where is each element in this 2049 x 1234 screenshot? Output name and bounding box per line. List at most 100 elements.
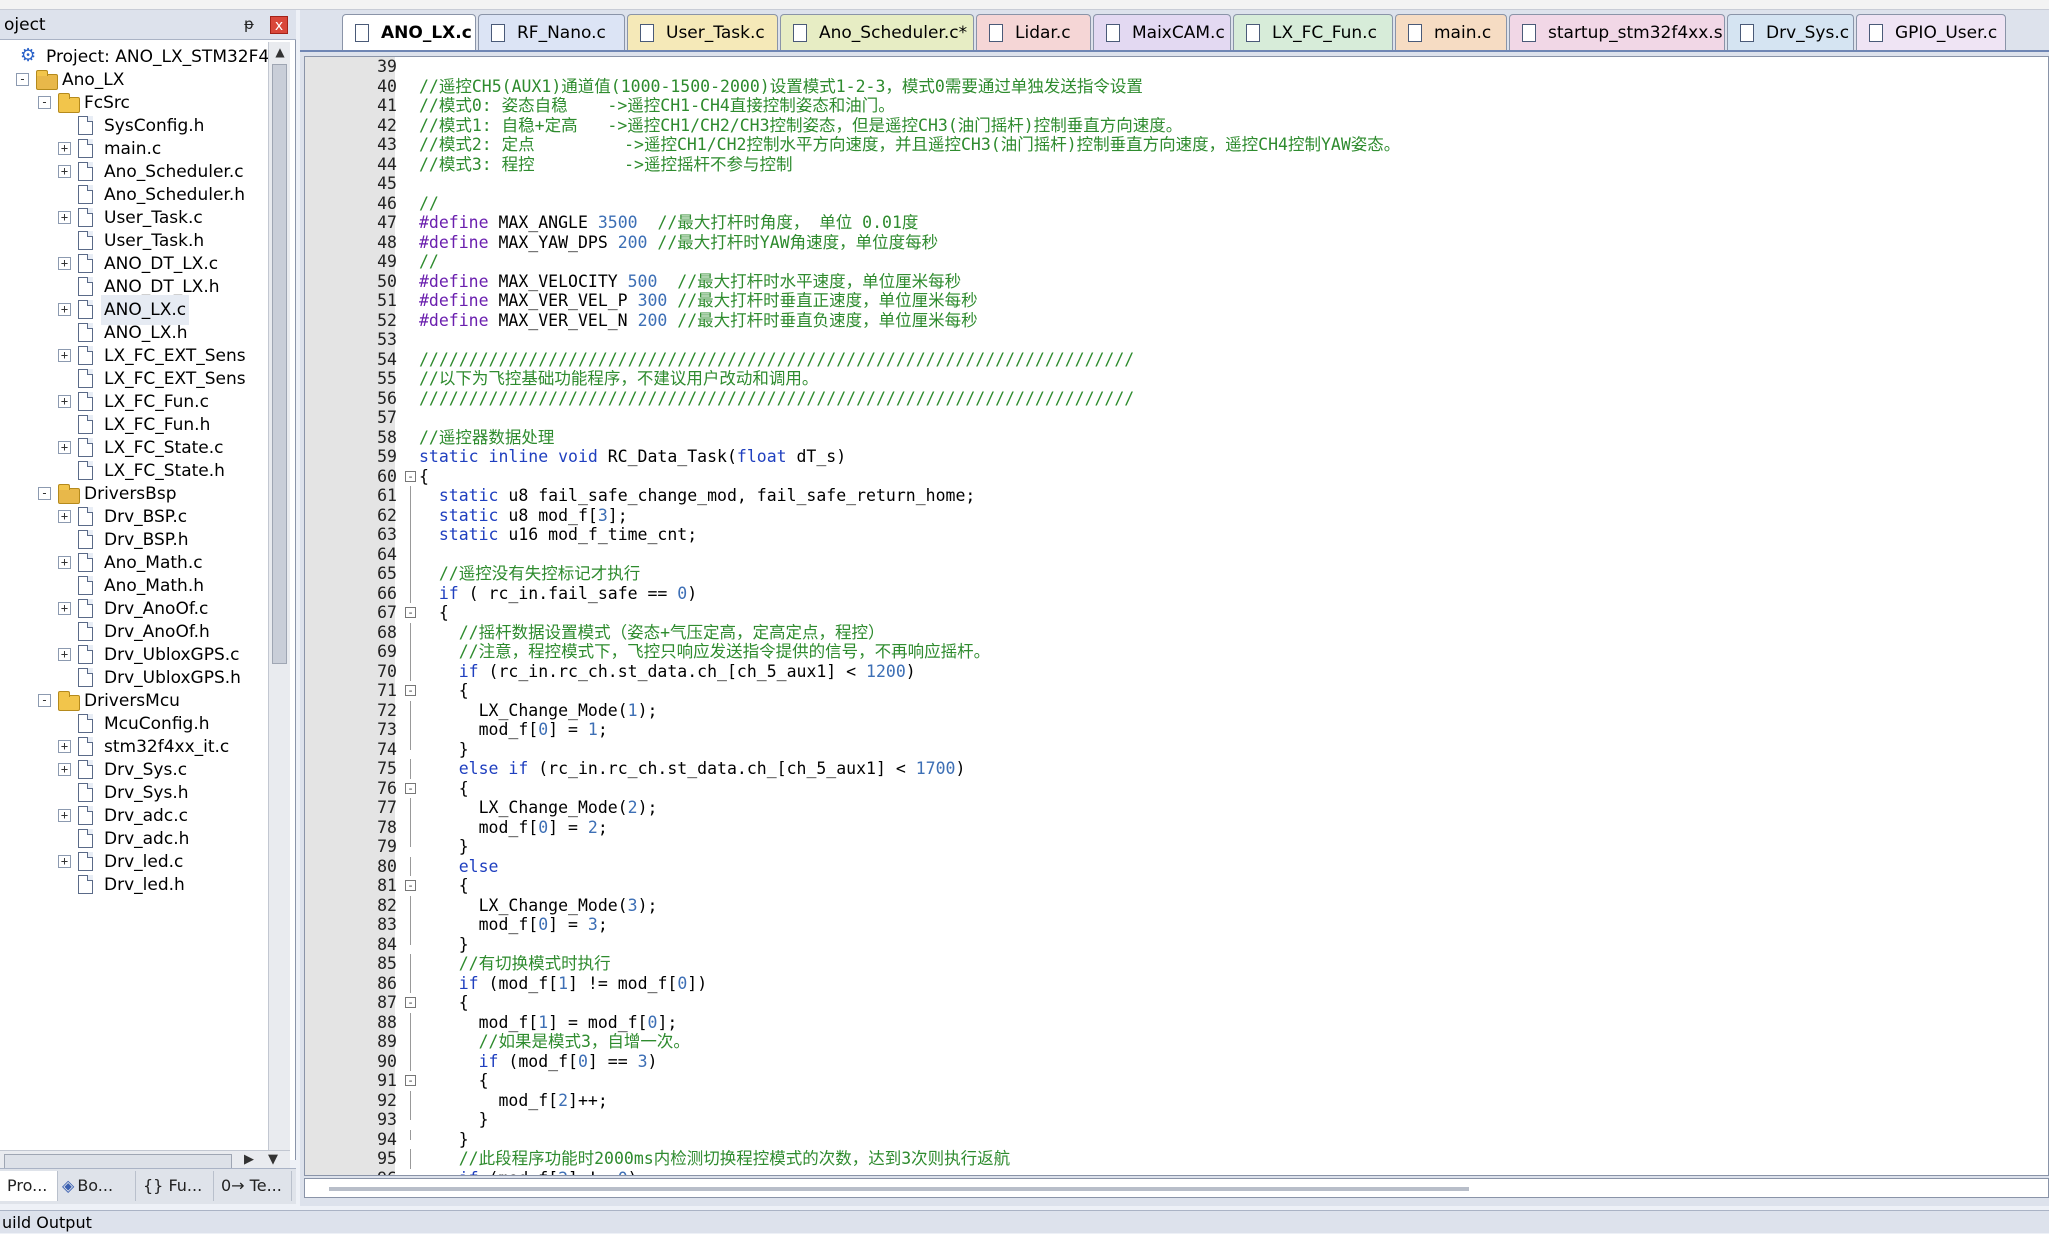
file-icon <box>78 645 93 664</box>
comment: //最大打杆时水平速度，单位厘米每秒 <box>657 271 962 291</box>
expand-icon[interactable]: + <box>58 556 71 569</box>
code-text: u8 fail_safe_change_mod, fail_safe_retur… <box>498 486 976 505</box>
expand-icon[interactable]: + <box>58 855 71 868</box>
number-literal: 0 <box>677 973 688 993</box>
scroll-up-arrow-icon[interactable]: ▲ <box>270 42 290 62</box>
templates-tab[interactable]: 0→ Te... <box>214 1171 292 1201</box>
comment: //此段程序功能时2000ms内检测切换程控模式的次数，达到3次则执行返航 <box>419 1149 1011 1168</box>
collapse-icon[interactable]: - <box>38 694 51 707</box>
code-scrollbar-thumb[interactable] <box>329 1187 1469 1191</box>
code-line: 61 static u8 fail_safe_change_mod, fail_… <box>305 486 2048 506</box>
expand-icon[interactable]: + <box>58 395 71 408</box>
code-line: 49 // <box>305 252 2048 272</box>
line-number: 47 <box>377 213 397 232</box>
fold-collapse-icon[interactable]: - <box>405 607 416 618</box>
code-text: } <box>419 1110 489 1129</box>
editor-tab[interactable]: ANO_LX.c <box>342 14 476 50</box>
scroll-right-arrow-icon[interactable]: ▶ <box>244 1152 254 1167</box>
project-tab[interactable]: Pro... <box>0 1171 58 1201</box>
project-tree-vertical-scrollbar[interactable]: ▲ <box>268 42 290 1160</box>
code-line: 70 if (rc_in.rc_ch.st_data.ch_[ch_5_aux1… <box>305 661 2048 681</box>
expand-icon[interactable]: + <box>58 510 71 523</box>
editor-tab[interactable]: MaixCAM.c <box>1093 14 1231 50</box>
expand-icon[interactable]: + <box>58 648 71 661</box>
fold-collapse-icon[interactable]: - <box>405 880 416 891</box>
expand-icon[interactable]: + <box>58 257 71 270</box>
close-icon[interactable]: x <box>270 16 288 34</box>
dropdown-arrow-icon[interactable]: ▼ <box>268 1152 278 1167</box>
fold-collapse-icon[interactable]: - <box>405 782 416 794</box>
fold-guide <box>410 622 411 642</box>
code-text: ) <box>905 661 916 681</box>
code-line: 56 //////////////////////////////////////… <box>305 388 2048 409</box>
line-number: 92 <box>377 1090 397 1110</box>
editor-tab[interactable]: RF_Nano.c <box>478 14 625 50</box>
code-text: ]; <box>607 505 628 525</box>
books-tab[interactable]: ◈ Bo... <box>58 1171 136 1201</box>
code-line: 59 static inline void RC_Data_Task(float … <box>305 447 2048 467</box>
code-line: 45 <box>305 174 2048 194</box>
fold-collapse-icon[interactable]: - <box>405 997 416 1008</box>
code-line: 93 } <box>305 1110 2048 1130</box>
collapse-icon[interactable]: - <box>38 487 51 500</box>
editor-tab[interactable]: GPIO_User.c <box>1856 14 2006 50</box>
code-line: 63 static u16 mod_f_time_cnt; <box>305 525 2048 545</box>
editor-tab[interactable]: User_Task.c <box>627 14 778 50</box>
editor-tab[interactable]: main.c <box>1395 14 1507 50</box>
code-line: 77 LX_Change_Mode(2); <box>305 798 2048 818</box>
code-text: ; <box>597 817 608 837</box>
expand-icon[interactable]: + <box>58 441 71 454</box>
expand-icon[interactable]: + <box>58 211 71 224</box>
fold-collapse-icon[interactable]: - <box>405 1075 416 1086</box>
expand-icon[interactable]: + <box>58 349 71 362</box>
project-panel-title: oject <box>4 15 46 35</box>
functions-tab[interactable]: {} Fu... <box>136 1171 214 1201</box>
file-icon <box>78 783 93 802</box>
expand-icon[interactable]: + <box>58 303 71 316</box>
top-toolbar-strip <box>0 0 2049 10</box>
editor-tab[interactable]: Drv_Sys.c <box>1727 14 1854 50</box>
number-literal: 1 <box>538 1012 549 1032</box>
code-editor[interactable]: 39 40//遥控CH5(AUX1)通道值(1000-1500-2000)设置模式… <box>304 56 2049 1176</box>
code-line: 48 #define MAX_YAW_DPS 200 //最大打杆时YAW角速度，… <box>305 232 2048 253</box>
expand-icon[interactable]: + <box>58 142 71 155</box>
expand-icon[interactable]: + <box>58 809 71 822</box>
expand-icon[interactable]: + <box>58 740 71 753</box>
expand-icon[interactable]: + <box>58 602 71 615</box>
keyword: static <box>438 525 499 544</box>
collapse-icon[interactable]: - <box>16 73 29 86</box>
editor-tab[interactable]: Lidar.c <box>976 14 1091 50</box>
line-number: 66 <box>377 583 397 603</box>
editor-tab[interactable]: LX_FC_Fun.c <box>1233 14 1393 50</box>
horizontal-scrollbar-thumb[interactable] <box>4 1154 232 1169</box>
line-number: 64 <box>377 544 397 564</box>
code-line: 81- { <box>305 876 2048 896</box>
code-line: 87- { <box>305 993 2048 1013</box>
editor-tab[interactable]: startup_stm32f4xx.s <box>1509 14 1725 50</box>
line-number: 61 <box>377 486 397 505</box>
tree-item[interactable]: Drv_led.h <box>0 870 268 900</box>
expand-icon[interactable]: + <box>58 763 71 776</box>
line-number: 87 <box>377 993 397 1012</box>
scrollbar-thumb[interactable] <box>272 64 287 664</box>
pin-icon[interactable]: ᵽ <box>244 15 254 33</box>
comment: ////////////////////////////////////////… <box>419 349 1135 369</box>
code-text: ) <box>628 1169 638 1176</box>
fold-collapse-icon[interactable]: - <box>405 685 416 696</box>
fold-end-marker <box>410 1110 411 1120</box>
line-number: 89 <box>377 1032 397 1051</box>
number-literal: 1 <box>627 700 638 720</box>
preprocessor: #define <box>419 310 489 330</box>
file-icon <box>78 116 93 135</box>
file-icon <box>78 507 93 526</box>
editor-tab[interactable]: Ano_Scheduler.c* <box>780 14 974 50</box>
collapse-icon[interactable]: - <box>38 96 51 109</box>
fold-collapse-icon[interactable]: - <box>405 470 416 482</box>
code-horizontal-scrollbar[interactable] <box>304 1178 2049 1198</box>
code-line: 83 mod_f[0] = 3; <box>305 915 2048 935</box>
keyword: if <box>458 973 479 993</box>
expand-icon[interactable]: + <box>58 165 71 178</box>
code-line: 72 LX_Change_Mode(1); <box>305 700 2048 720</box>
number-literal: 200 <box>617 232 648 252</box>
comment: ////////////////////////////////////////… <box>419 388 1135 408</box>
